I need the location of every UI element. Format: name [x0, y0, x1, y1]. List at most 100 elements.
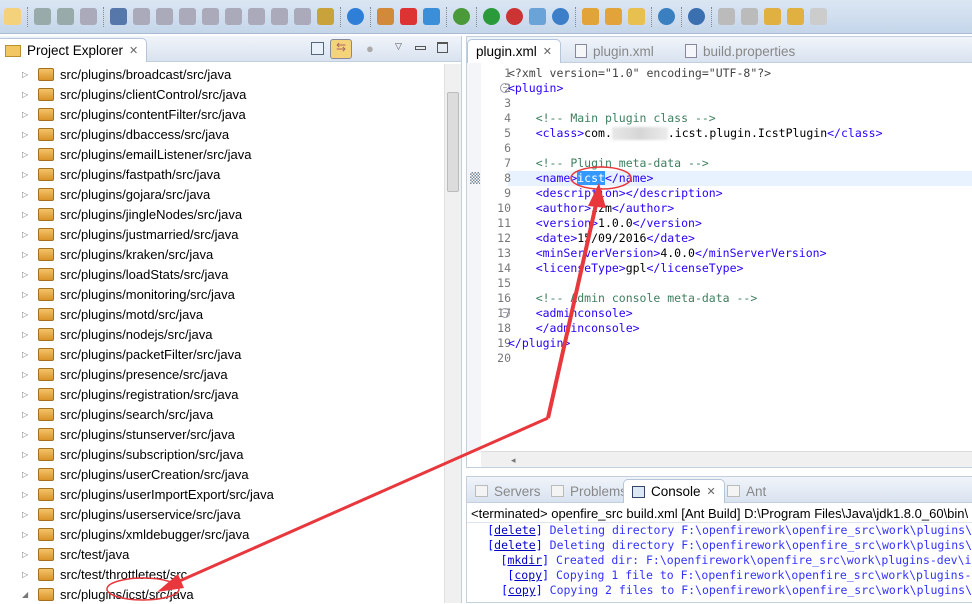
code-line[interactable]: <author>zzm</author> — [508, 201, 972, 216]
tab-project-explorer[interactable]: Project Explorer ✕ — [0, 38, 148, 62]
tree-item[interactable]: ▷ src/plugins/loadStats/src/java — [0, 264, 444, 284]
disconnect-icon[interactable] — [202, 8, 219, 25]
tab-problems[interactable]: Problems — [543, 479, 635, 503]
expanded-arrow-icon[interactable]: ◢ — [22, 590, 36, 599]
code-line[interactable]: <version>1.0.0</version> — [508, 216, 972, 231]
collapsed-arrow-icon[interactable]: ▷ — [22, 90, 36, 99]
use-step-filters-icon[interactable] — [317, 8, 334, 25]
brush-icon[interactable] — [628, 8, 645, 25]
step-return-icon[interactable] — [271, 8, 288, 25]
tree-item[interactable]: ▷ src/plugins/userservice/src/java — [0, 504, 444, 524]
new-service-icon[interactable] — [552, 8, 569, 25]
code-line[interactable]: <licenseType>gpl</licenseType> — [508, 261, 972, 276]
collapsed-arrow-icon[interactable]: ▷ — [22, 150, 36, 159]
collapsed-arrow-icon[interactable]: ▷ — [22, 570, 36, 579]
editor-tab[interactable]: plugin.xml — [567, 39, 662, 63]
collapsed-arrow-icon[interactable]: ▷ — [22, 110, 36, 119]
vertical-scrollbar[interactable] — [444, 64, 461, 603]
tree-item[interactable]: ▷ src/plugins/packetFilter/src/java — [0, 344, 444, 364]
code-line[interactable]: </plugin> — [508, 336, 972, 351]
code-line[interactable]: <plugin> — [508, 81, 972, 96]
tree-item[interactable]: ▷ src/plugins/motd/src/java — [0, 304, 444, 324]
code-line[interactable]: <!-- Admin console meta-data --> — [508, 291, 972, 306]
save-all-icon[interactable] — [57, 8, 74, 25]
minimize-icon[interactable] — [415, 46, 426, 50]
open-project-icon[interactable] — [582, 8, 599, 25]
tree-item[interactable]: ▷ src/plugins/userCreation/src/java — [0, 464, 444, 484]
code-line[interactable]: <adminconsole> — [508, 306, 972, 321]
save-icon[interactable] — [34, 8, 51, 25]
tab-ant[interactable]: Ant — [719, 479, 774, 503]
tree-item[interactable]: ▷ src/plugins/clientControl/src/java — [0, 84, 444, 104]
tree-item[interactable]: ▷ src/plugins/xmldebugger/src/java — [0, 524, 444, 544]
tree-item[interactable]: ▷ src/test/java — [0, 544, 444, 564]
tree-item[interactable]: ▷ src/plugins/emailListener/src/java — [0, 144, 444, 164]
tree-item[interactable]: ▷ src/plugins/stunserver/src/java — [0, 424, 444, 444]
browser-icon[interactable] — [347, 8, 364, 25]
prev-annotation-icon[interactable] — [741, 8, 758, 25]
code-line[interactable]: <?xml version="1.0" encoding="UTF-8"?> — [508, 66, 972, 81]
collapsed-arrow-icon[interactable]: ▷ — [22, 130, 36, 139]
collapsed-arrow-icon[interactable]: ▷ — [22, 410, 36, 419]
tab-servers[interactable]: Servers — [467, 479, 549, 503]
tree-item[interactable]: ▷ src/plugins/kraken/src/java — [0, 244, 444, 264]
tree-item[interactable]: ▷ src/plugins/gojara/src/java — [0, 184, 444, 204]
code-line[interactable] — [508, 96, 972, 111]
last-edit-icon[interactable] — [764, 8, 781, 25]
tree-item[interactable]: ▷ src/plugins/registration/src/java — [0, 384, 444, 404]
step-over-icon[interactable] — [248, 8, 265, 25]
drop-to-frame-icon[interactable] — [294, 8, 311, 25]
collapsed-arrow-icon[interactable]: ▷ — [22, 370, 36, 379]
collapsed-arrow-icon[interactable]: ▷ — [22, 250, 36, 259]
debug-icon[interactable] — [453, 8, 470, 25]
back-icon[interactable] — [787, 8, 804, 25]
filter-icon[interactable]: ● — [366, 41, 374, 56]
code-line[interactable] — [508, 351, 972, 366]
maximize-icon[interactable] — [437, 42, 448, 53]
tree-item[interactable]: ▷ src/plugins/presence/src/java — [0, 364, 444, 384]
ant-task-link[interactable]: [copy] — [467, 583, 543, 598]
collapsed-arrow-icon[interactable]: ▷ — [22, 390, 36, 399]
tree-item[interactable]: ◢ src/plugins/icst/src/java — [0, 584, 444, 604]
collapsed-arrow-icon[interactable]: ▷ — [22, 230, 36, 239]
tree-item[interactable]: ▷ src/plugins/fastpath/src/java — [0, 164, 444, 184]
tree-item[interactable]: ▷ src/plugins/search/src/java — [0, 404, 444, 424]
next-annotation-icon[interactable] — [718, 8, 735, 25]
code-line[interactable]: <class>com. .icst.plugin.IcstPlugin</clas… — [508, 126, 972, 141]
collapsed-arrow-icon[interactable]: ▷ — [22, 510, 36, 519]
view-menu-icon[interactable]: ▽ — [395, 41, 402, 52]
horizontal-scrollbar[interactable]: ◂ — [481, 451, 972, 467]
step-into-icon[interactable] — [225, 8, 242, 25]
ant-task-link[interactable]: [delete] — [467, 538, 542, 553]
scrollbar-thumb[interactable] — [447, 92, 459, 192]
code-line[interactable] — [508, 276, 972, 291]
terminate-icon[interactable] — [179, 8, 196, 25]
resume-icon[interactable] — [133, 8, 150, 25]
collapsed-arrow-icon[interactable]: ▷ — [22, 310, 36, 319]
collapsed-arrow-icon[interactable]: ▷ — [22, 550, 36, 559]
code-line[interactable]: <!-- Plugin meta-data --> — [508, 156, 972, 171]
code-line[interactable]: <date>15/09/2016</date> — [508, 231, 972, 246]
globe-icon[interactable] — [658, 8, 675, 25]
open-folder-icon[interactable] — [605, 8, 622, 25]
code-line[interactable]: <description></description> — [508, 186, 972, 201]
code-line[interactable] — [508, 141, 972, 156]
code-line[interactable]: <minServerVersion>4.0.0</minServerVersio… — [508, 246, 972, 261]
tree-item[interactable]: ▷ src/plugins/jingleNodes/src/java — [0, 204, 444, 224]
code-line[interactable]: </adminconsole> — [508, 321, 972, 336]
tomcat-start-icon[interactable] — [377, 8, 394, 25]
code-line[interactable]: <!-- Main plugin class --> — [508, 111, 972, 126]
tree-item[interactable]: ▷ src/plugins/userImportExport/src/java — [0, 484, 444, 504]
tree-item[interactable]: ▷ src/plugins/nodejs/src/java — [0, 324, 444, 344]
run-ant-icon[interactable] — [688, 8, 705, 25]
ant-task-link[interactable]: [delete] — [467, 523, 542, 538]
tree-item[interactable]: ▷ src/plugins/dbaccess/src/java — [0, 124, 444, 144]
collapsed-arrow-icon[interactable]: ▷ — [22, 270, 36, 279]
link-with-editor-icon[interactable]: ⇆ — [330, 39, 352, 59]
tree-item[interactable]: ▷ src/plugins/contentFilter/src/java — [0, 104, 444, 124]
close-icon[interactable]: ✕ — [129, 44, 138, 57]
collapsed-arrow-icon[interactable]: ▷ — [22, 70, 36, 79]
code-line[interactable]: <name>icst</name> — [508, 171, 972, 186]
skip-breakpoints-icon[interactable] — [110, 8, 127, 25]
run-external-icon[interactable] — [506, 8, 523, 25]
